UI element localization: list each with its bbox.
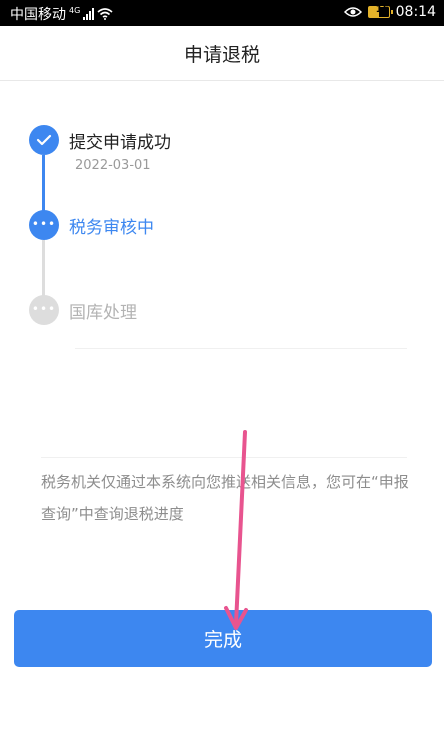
ellipsis-icon: ••• <box>29 295 59 325</box>
carrier-label: 中国移动 <box>10 7 66 23</box>
status-right: 15 08:14 <box>343 4 436 20</box>
signal-icon <box>83 8 95 20</box>
step-3-title: 国库处理 <box>69 303 137 323</box>
ellipsis-icon: ••• <box>29 210 59 240</box>
step-1-title: 提交申请成功 <box>69 133 171 153</box>
status-bar: 中国移动 4G 15 08:14 <box>0 0 444 26</box>
progress-timeline: 提交申请成功 2022-03-01 ••• 税务审核中 ••• 国库处理 <box>0 80 444 380</box>
wifi-icon <box>97 8 113 20</box>
status-left: 中国移动 4G <box>10 4 113 24</box>
notice-divider <box>41 457 407 458</box>
step-2-title: 税务审核中 <box>69 218 154 238</box>
notice-text: 税务机关仅通过本系统向您推送相关信息，您可在“申报查询”中查询退税进度 <box>41 473 409 523</box>
clock: 08:14 <box>395 4 436 20</box>
page-title: 申请退税 <box>183 43 260 66</box>
battery-level: 15 <box>375 4 390 15</box>
step-1-date: 2022-03-01 <box>75 158 151 173</box>
battery-icon: 15 <box>367 4 393 18</box>
check-icon <box>29 125 59 155</box>
header: 申请退税 <box>0 26 444 81</box>
eye-icon <box>343 7 362 17</box>
timeline-divider <box>75 348 407 349</box>
finish-button[interactable]: 完成 <box>14 610 432 667</box>
network-type: 4G <box>69 5 81 15</box>
